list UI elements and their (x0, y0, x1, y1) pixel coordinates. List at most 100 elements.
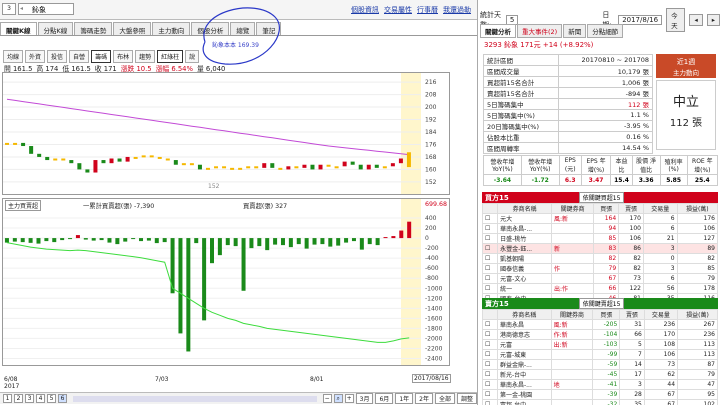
tab-branch-kline[interactable]: 分點K線 (37, 22, 74, 35)
tab-major-move[interactable]: 主力動向 (152, 22, 191, 35)
row-checkbox[interactable]: ☐ (481, 273, 499, 284)
subtab-explain[interactable]: 說 (185, 50, 200, 63)
table-row[interactable]: ☐ 日盛-桃竹 85 106 21 127 (481, 233, 719, 244)
search-icon[interactable]: ◂ (20, 5, 23, 12)
table-row[interactable]: ☐ 元富-城東 -99 7 106 113 (482, 349, 718, 360)
subtab-trust[interactable]: 投信 (47, 50, 68, 63)
table-cell: 港商德意志 (496, 329, 552, 340)
chip-bar (359, 238, 364, 250)
table-row[interactable]: ☐ 港商德意志 作:新 -104 66 170 236 (482, 329, 718, 340)
range-1y[interactable]: 1年 (395, 393, 414, 404)
zoom-out-icon[interactable]: − (322, 394, 332, 403)
chip-chart[interactable]: 主力買賣超 一累計買賣超(張) -7,390 買賣超(張) 327 699.68… (2, 198, 450, 366)
row-checkbox[interactable]: ☐ (482, 359, 498, 370)
table-row[interactable]: ☐ 新光-台中 -45 17 62 79 (482, 369, 718, 380)
page-2[interactable]: 2 (14, 394, 23, 403)
link-trade-attr[interactable]: 交易屬性 (384, 5, 412, 15)
subtab-trend[interactable]: 趨勢 (135, 50, 156, 63)
table-row[interactable]: ☐ 元富-文心 67 73 6 79 (481, 273, 719, 284)
table-row[interactable]: ☐ 元大 風:新 164 170 6 176 (481, 213, 719, 224)
zoom-in-icon[interactable]: + (344, 394, 354, 403)
row-checkbox[interactable]: ☐ (481, 233, 499, 244)
x-date-2: 8/01 (310, 376, 324, 383)
table-row[interactable]: ☐ 群益金鼎-... -59 14 73 87 (482, 359, 718, 370)
rtab-key-analysis[interactable]: 關鍵分析 (480, 24, 516, 38)
low-price-label: 152 (208, 183, 220, 190)
table-row[interactable]: ☐ 華南永昌-... 94 100 6 106 (481, 223, 719, 234)
buy-select[interactable]: 依關鍵買超15 (578, 192, 625, 203)
table-row[interactable]: ☐ 華南永昌 風:新 -205 31 236 267 (482, 319, 718, 330)
table-row[interactable]: ☐ 永豐金-鈺... 新 83 86 3 89 (481, 243, 719, 254)
row-checkbox[interactable]: ☐ (482, 349, 498, 360)
stock-code-input[interactable]: 3 (2, 3, 16, 15)
page-5[interactable]: 5 (47, 394, 56, 403)
next-day-button[interactable]: ▸ (706, 14, 720, 26)
chip-tick: -1200 (425, 295, 443, 302)
zoom-icon[interactable]: ⌕ (333, 394, 343, 403)
page-3[interactable]: 3 (25, 394, 34, 403)
subtab-foreign[interactable]: 外資 (25, 50, 46, 63)
verdict-value: 112 張 (669, 118, 703, 129)
row-checkbox[interactable]: ☐ (482, 369, 498, 380)
price-chart[interactable]: 216 208 200 192 184 176 168 160 152 152 (2, 72, 450, 195)
row-checkbox[interactable]: ☐ (481, 223, 499, 234)
row-checkbox[interactable]: ☐ (481, 243, 499, 254)
candle (214, 166, 219, 169)
rtab-branch[interactable]: 分點細節 (587, 24, 624, 38)
tab-chip-trend[interactable]: 籌碼走勢 (74, 22, 113, 35)
table-cell: 62 (643, 369, 679, 380)
table-row[interactable]: ☐ 華南永昌-... 地 -41 3 44 47 (482, 379, 718, 390)
subtab-dealer[interactable]: 自營 (69, 50, 90, 63)
page-6[interactable]: 6 (58, 394, 67, 403)
range-2y[interactable]: 2年 (415, 393, 433, 404)
range-6m[interactable]: 6月 (375, 393, 394, 404)
row-checkbox[interactable]: ☐ (482, 329, 498, 340)
link-stock-info[interactable]: 個股資訊 (351, 5, 379, 15)
table-cell: 出:作 (550, 283, 595, 294)
rtab-events[interactable]: 重大事件(2) (517, 24, 563, 38)
range-3m[interactable]: 3月 (355, 393, 374, 404)
table-row[interactable]: ☐ 國泰信義作 79 82 3 85 (481, 263, 719, 274)
page-4[interactable]: 4 (36, 394, 45, 403)
link-extra[interactable]: 我還過勒 (443, 5, 471, 15)
scrollbar[interactable] (73, 395, 317, 402)
candle (302, 164, 307, 168)
tab-key-kline[interactable]: 關鍵K線 (0, 22, 37, 35)
range-adjust[interactable]: 調整 (456, 393, 477, 404)
row-checkbox[interactable]: ☐ (482, 319, 498, 330)
table-row[interactable]: ☐富邦-台中 -323567102 (482, 399, 718, 405)
subtab-bollinger[interactable]: 布林 (113, 50, 134, 63)
date-input[interactable]: 2017/8/16 (618, 15, 663, 25)
row-checkbox[interactable]: ☐ (481, 213, 499, 224)
row-checkbox[interactable]: ☐ (482, 339, 498, 350)
x-date-1: 7/03 (155, 376, 169, 383)
subtab-chips[interactable]: 籌碼 (91, 50, 112, 63)
table-row[interactable]: ☐ 統一 出:作 66 122 56 178 (481, 283, 719, 294)
row-checkbox[interactable]: ☐ (481, 263, 499, 274)
row-checkbox[interactable]: ☐ (481, 253, 499, 264)
today-button[interactable]: 今天 (666, 8, 686, 32)
stock-search-box[interactable] (18, 3, 74, 15)
table-cell: 新 (550, 243, 595, 254)
table-row[interactable]: ☐ 第一金-桃園 -39 28 67 95 (482, 389, 718, 400)
chip-bar (336, 238, 341, 246)
subtab-ma[interactable]: 均線 (3, 50, 24, 63)
link-calendar[interactable]: 行事曆 (417, 5, 438, 15)
subtab-redgreen[interactable]: 紅綠柱 (157, 50, 184, 63)
page-1[interactable]: 1 (3, 394, 12, 403)
sell-select[interactable]: 依關鍵賣超15 (578, 298, 625, 309)
range-all[interactable]: 全部 (434, 393, 455, 404)
panel-divider (477, 0, 478, 405)
col-head: 買張 (593, 203, 620, 214)
table-row[interactable]: ☐ 元富 出:新 -103 5 108 113 (482, 339, 718, 350)
tab-market-ref[interactable]: 大盤參照 (113, 22, 152, 35)
stats-row: 5日籌碼集中 112 張 (483, 98, 654, 110)
row-checkbox[interactable]: ☐ (481, 283, 499, 294)
prev-day-button[interactable]: ◂ (689, 14, 703, 26)
row-checkbox[interactable]: ☐ (482, 379, 498, 390)
row-checkbox[interactable]: ☐ (482, 399, 498, 405)
rtab-news[interactable]: 新聞 (563, 24, 587, 38)
table-row[interactable]: ☐ 凱基朝陽 82 82 0 82 (481, 253, 719, 264)
row-checkbox[interactable]: ☐ (482, 389, 498, 400)
chip-selector[interactable]: 主力買賣超 (5, 200, 42, 211)
